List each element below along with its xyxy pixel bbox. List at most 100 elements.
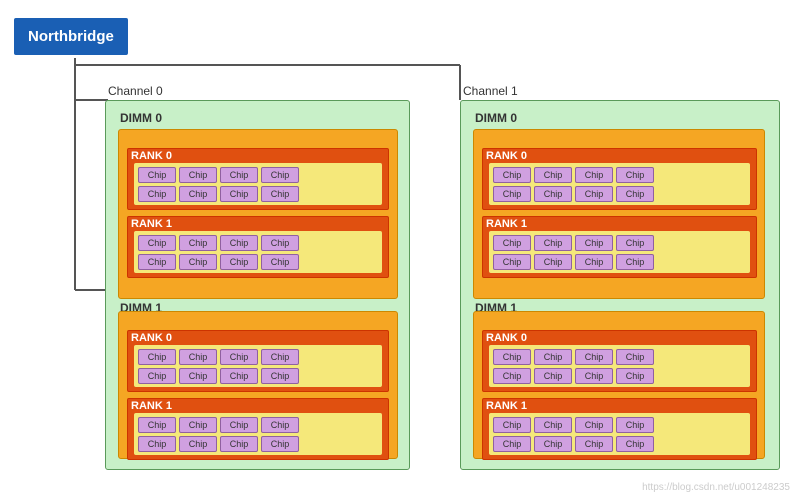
chip: Chip (138, 167, 176, 183)
chip: Chip (179, 235, 217, 251)
chip: Chip (534, 254, 572, 270)
chip: Chip (138, 436, 176, 452)
chip: Chip (575, 254, 613, 270)
chip: Chip (616, 167, 654, 183)
channel-1-label: Channel 1 (463, 84, 518, 98)
ch0-dimm1: RANK 0 Chip Chip Chip Chip Chip Chip Chi… (118, 311, 398, 459)
ch1-dimm1-rank0: RANK 0 Chip Chip Chip Chip Chip Chip Chi… (482, 330, 757, 392)
ch0-dimm1-rank0-label: RANK 0 (128, 331, 388, 345)
chip: Chip (493, 368, 531, 384)
chip: Chip (493, 235, 531, 251)
chip: Chip (179, 368, 217, 384)
chip: Chip (138, 186, 176, 202)
chip-row: Chip Chip Chip Chip (491, 436, 748, 452)
chip: Chip (616, 368, 654, 384)
chip-row: Chip Chip Chip Chip (136, 186, 380, 202)
ch1-dimm0-rank1-chips: Chip Chip Chip Chip Chip Chip Chip Chip (489, 231, 750, 273)
chip: Chip (575, 167, 613, 183)
chip: Chip (616, 186, 654, 202)
chip: Chip (220, 436, 258, 452)
channel-0-container: DIMM 0 RANK 0 Chip Chip Chip Chip Chip C… (105, 100, 410, 470)
chip: Chip (575, 436, 613, 452)
chip-row: Chip Chip Chip Chip (491, 349, 748, 365)
ch0-dimm1-rank1-chips: Chip Chip Chip Chip Chip Chip Chip Chip (134, 413, 382, 455)
chip: Chip (575, 186, 613, 202)
ch0-dimm0-label: DIMM 0 (116, 109, 166, 127)
chip: Chip (220, 349, 258, 365)
chip: Chip (179, 349, 217, 365)
northbridge-label: Northbridge (28, 28, 114, 45)
chip: Chip (220, 167, 258, 183)
ch1-dimm0-rank0: RANK 0 Chip Chip Chip Chip Chip Chip Chi… (482, 148, 757, 210)
chip: Chip (138, 368, 176, 384)
ch0-dimm0-rank0-label: RANK 0 (128, 149, 388, 163)
chip: Chip (261, 349, 299, 365)
chip: Chip (179, 186, 217, 202)
ch1-dimm1-rank1: RANK 1 Chip Chip Chip Chip Chip Chip Chi… (482, 398, 757, 460)
chip-row: Chip Chip Chip Chip (491, 186, 748, 202)
chip: Chip (179, 254, 217, 270)
ch1-dimm1-rank0-chips: Chip Chip Chip Chip Chip Chip Chip Chip (489, 345, 750, 387)
chip-row: Chip Chip Chip Chip (136, 417, 380, 433)
chip: Chip (575, 417, 613, 433)
chip: Chip (179, 167, 217, 183)
northbridge-box: Northbridge (14, 18, 128, 55)
ch1-dimm0-rank1: RANK 1 Chip Chip Chip Chip Chip Chip Chi… (482, 216, 757, 278)
chip: Chip (220, 186, 258, 202)
chip: Chip (493, 186, 531, 202)
chip-row: Chip Chip Chip Chip (491, 167, 748, 183)
chip: Chip (179, 417, 217, 433)
chip: Chip (138, 417, 176, 433)
chip-row: Chip Chip Chip Chip (136, 368, 380, 384)
chip: Chip (220, 254, 258, 270)
chip: Chip (493, 436, 531, 452)
channel-1-container: DIMM 0 RANK 0 Chip Chip Chip Chip Chip C… (460, 100, 780, 470)
chip: Chip (493, 349, 531, 365)
chip: Chip (616, 417, 654, 433)
chip: Chip (261, 167, 299, 183)
chip: Chip (220, 417, 258, 433)
chip-row: Chip Chip Chip Chip (491, 254, 748, 270)
ch1-dimm0-rank1-label: RANK 1 (483, 217, 756, 231)
ch1-dimm0-label: DIMM 0 (471, 109, 521, 127)
ch1-dimm1: RANK 0 Chip Chip Chip Chip Chip Chip Chi… (473, 311, 765, 459)
chip: Chip (616, 349, 654, 365)
ch0-dimm0-rank1-chips: Chip Chip Chip Chip Chip Chip Chip Chip (134, 231, 382, 273)
chip: Chip (179, 436, 217, 452)
chip: Chip (138, 254, 176, 270)
chip: Chip (138, 235, 176, 251)
chip: Chip (261, 235, 299, 251)
chip-row: Chip Chip Chip Chip (491, 417, 748, 433)
chip: Chip (575, 349, 613, 365)
chip-row: Chip Chip Chip Chip (136, 167, 380, 183)
ch0-dimm0-rank1: RANK 1 Chip Chip Chip Chip Chip Chip Chi… (127, 216, 389, 278)
chip: Chip (261, 417, 299, 433)
ch1-dimm0: RANK 0 Chip Chip Chip Chip Chip Chip Chi… (473, 129, 765, 299)
chip: Chip (534, 235, 572, 251)
chip: Chip (534, 417, 572, 433)
ch0-dimm1-rank1-label: RANK 1 (128, 399, 388, 413)
chip: Chip (220, 368, 258, 384)
watermark: https://blog.csdn.net/u001248235 (642, 482, 790, 493)
ch0-dimm0-rank1-label: RANK 1 (128, 217, 388, 231)
chip: Chip (493, 254, 531, 270)
chip: Chip (261, 186, 299, 202)
chip-row: Chip Chip Chip Chip (136, 436, 380, 452)
chip: Chip (616, 235, 654, 251)
ch0-dimm0: RANK 0 Chip Chip Chip Chip Chip Chip Chi… (118, 129, 398, 299)
chip: Chip (534, 349, 572, 365)
ch0-dimm1-rank1: RANK 1 Chip Chip Chip Chip Chip Chip Chi… (127, 398, 389, 460)
ch1-dimm1-rank1-label: RANK 1 (483, 399, 756, 413)
ch0-dimm0-rank0-chips: Chip Chip Chip Chip Chip Chip Chip Chip (134, 163, 382, 205)
chip: Chip (138, 349, 176, 365)
chip: Chip (261, 254, 299, 270)
chip-row: Chip Chip Chip Chip (136, 235, 380, 251)
chip-row: Chip Chip Chip Chip (491, 368, 748, 384)
chip: Chip (616, 254, 654, 270)
chip: Chip (534, 368, 572, 384)
chip: Chip (616, 436, 654, 452)
chip: Chip (493, 417, 531, 433)
chip: Chip (220, 235, 258, 251)
chip: Chip (261, 368, 299, 384)
ch1-dimm0-rank0-label: RANK 0 (483, 149, 756, 163)
